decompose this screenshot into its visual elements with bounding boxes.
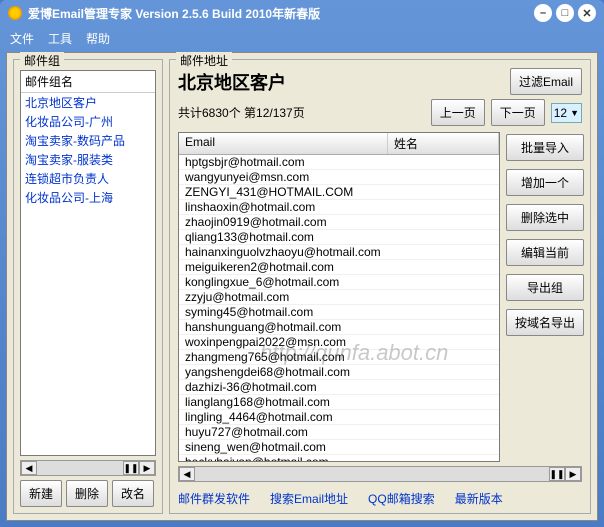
group-item[interactable]: 化妆品公司-上海 xyxy=(21,188,155,207)
groups-header: 邮件组名 xyxy=(21,71,155,93)
page-select[interactable]: 12▼ xyxy=(551,103,582,123)
window-title: 爱博Email管理专家 Version 2.5.6 Build 2010年新春版 xyxy=(28,5,320,22)
add-one-button[interactable]: 增加一个 xyxy=(506,169,584,196)
table-row[interactable]: hptgsbjr@hotmail.com xyxy=(179,155,499,170)
group-item[interactable]: 北京地区客户 xyxy=(21,93,155,112)
count-text: 共计6830个 第12/137页 xyxy=(178,104,305,121)
email-scrollbar[interactable]: ◀ ❚❚ ▶ xyxy=(178,466,582,482)
link-mass-mail[interactable]: 邮件群发软件 xyxy=(178,490,250,507)
table-row[interactable]: lianglang168@hotmail.com xyxy=(179,395,499,410)
groups-panel-label: 邮件组 xyxy=(20,52,64,69)
table-row[interactable]: hainanxinguolvzhaoyu@hotmail.com xyxy=(179,245,499,260)
email-list[interactable]: hptgsbjr@hotmail.comwangyunyei@msn.comZE… xyxy=(179,155,499,461)
edit-current-button[interactable]: 编辑当前 xyxy=(506,239,584,266)
prev-page-button[interactable]: 上一页 xyxy=(431,99,485,126)
export-group-button[interactable]: 导出组 xyxy=(506,274,584,301)
rename-group-button[interactable]: 改名 xyxy=(112,480,154,507)
delete-selected-button[interactable]: 删除选中 xyxy=(506,204,584,231)
groups-scrollbar[interactable]: ◀ ❚❚ ▶ xyxy=(20,460,156,476)
menu-help[interactable]: 帮助 xyxy=(86,30,110,47)
col-email[interactable]: Email xyxy=(179,133,388,154)
menu-tools[interactable]: 工具 xyxy=(48,30,72,47)
menu-file[interactable]: 文件 xyxy=(10,30,34,47)
table-row[interactable]: beckyhaiyan@hotmail.com xyxy=(179,455,499,461)
current-group-title: 北京地区客户 xyxy=(178,69,502,95)
table-row[interactable]: sineng_wen@hotmail.com xyxy=(179,440,499,455)
batch-import-button[interactable]: 批量导入 xyxy=(506,134,584,161)
group-item[interactable]: 淘宝卖家-数码产品 xyxy=(21,131,155,150)
new-group-button[interactable]: 新建 xyxy=(20,480,62,507)
scroll-pause-icon[interactable]: ❚❚ xyxy=(549,467,565,481)
table-row[interactable]: woxinpengpai2022@msn.com xyxy=(179,335,499,350)
group-item[interactable]: 连锁超市负责人 xyxy=(21,169,155,188)
groups-list[interactable]: 邮件组名 北京地区客户化妆品公司-广州淘宝卖家-数码产品淘宝卖家-服装类连锁超市… xyxy=(20,70,156,456)
table-row[interactable]: syming45@hotmail.com xyxy=(179,305,499,320)
table-row[interactable]: ZENGYI_431@HOTMAIL.COM xyxy=(179,185,499,200)
addresses-panel-label: 邮件地址 xyxy=(176,52,232,69)
delete-group-button[interactable]: 删除 xyxy=(66,480,108,507)
scroll-pause-icon[interactable]: ❚❚ xyxy=(123,461,139,475)
group-item[interactable]: 化妆品公司-广州 xyxy=(21,112,155,131)
link-latest-version[interactable]: 最新版本 xyxy=(455,490,503,507)
link-search-email[interactable]: 搜索Email地址 xyxy=(270,490,348,507)
close-button[interactable]: ✕ xyxy=(578,4,596,22)
scroll-left-icon[interactable]: ◀ xyxy=(179,467,195,481)
scroll-right-icon[interactable]: ▶ xyxy=(139,461,155,475)
scroll-left-icon[interactable]: ◀ xyxy=(21,461,37,475)
group-item[interactable]: 淘宝卖家-服装类 xyxy=(21,150,155,169)
table-row[interactable]: zhaojin0919@hotmail.com xyxy=(179,215,499,230)
table-row[interactable]: lingling_4464@hotmail.com xyxy=(179,410,499,425)
scroll-right-icon[interactable]: ▶ xyxy=(565,467,581,481)
chevron-down-icon: ▼ xyxy=(570,108,579,118)
app-icon xyxy=(8,6,22,20)
table-row[interactable]: hanshunguang@hotmail.com xyxy=(179,320,499,335)
link-qq-search[interactable]: QQ邮箱搜索 xyxy=(368,490,435,507)
table-row[interactable]: zhangmeng765@hotmail.com xyxy=(179,350,499,365)
table-row[interactable]: meiguikeren2@hotmail.com xyxy=(179,260,499,275)
export-by-domain-button[interactable]: 按域名导出 xyxy=(506,309,584,336)
table-row[interactable]: linshaoxin@hotmail.com xyxy=(179,200,499,215)
table-row[interactable]: konglingxue_6@hotmail.com xyxy=(179,275,499,290)
next-page-button[interactable]: 下一页 xyxy=(491,99,545,126)
table-row[interactable]: qliang133@hotmail.com xyxy=(179,230,499,245)
maximize-button[interactable]: □ xyxy=(556,4,574,22)
col-name[interactable]: 姓名 xyxy=(388,133,499,154)
table-row[interactable]: wangyunyei@msn.com xyxy=(179,170,499,185)
table-row[interactable]: yangshengdei68@hotmail.com xyxy=(179,365,499,380)
filter-email-button[interactable]: 过滤Email xyxy=(510,68,582,95)
table-row[interactable]: huyu727@hotmail.com xyxy=(179,425,499,440)
table-row[interactable]: dazhizi-36@hotmail.com xyxy=(179,380,499,395)
table-row[interactable]: zzyju@hotmail.com xyxy=(179,290,499,305)
minimize-button[interactable]: – xyxy=(534,4,552,22)
